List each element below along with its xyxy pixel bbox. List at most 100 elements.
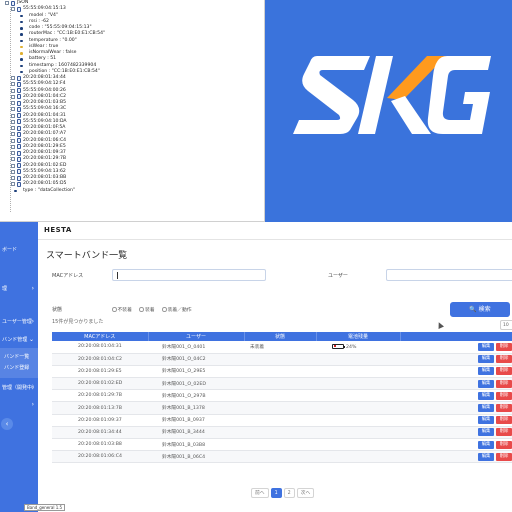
chevron-down-icon: ⌄ [28,336,34,343]
status-radio-worn[interactable]: 装着 [139,306,155,313]
sidebar-item-more[interactable]: › [0,399,38,411]
expand-toggle-icon[interactable] [11,163,15,168]
sidebar-item-dashboard[interactable]: ボード [0,244,38,256]
cell-actions: 編集 削除 [400,377,512,391]
sidebar-item-label: ユーザー管理 [2,319,32,325]
pager-prev[interactable]: 前へ [251,488,269,498]
logo-letter-k-leg [391,96,431,134]
delete-button[interactable]: 削除 [496,416,512,425]
object-node-icon [17,94,21,100]
battery-text: 24% [346,344,357,350]
pager-page-2[interactable]: 2 [283,488,295,498]
band-admin-app: ボード 理 › ユーザー管理 › バンド管理 ⌄ バンド一覧 バンド登録 管理（… [0,222,512,512]
sidebar-item-dev[interactable]: 管理（開発中） › [0,382,38,394]
page-size-select[interactable]: 10 [500,320,512,330]
boolean-field-icon [20,52,23,55]
mouse-cursor-icon [436,321,444,329]
delete-button[interactable]: 削除 [496,367,512,376]
json-tree-panel: JSON 55:55:09:04:15:13 model : "V4" rssi : … [0,0,265,222]
expand-toggle-icon[interactable] [11,119,15,124]
radio-circle-icon [112,307,117,312]
sidebar-submenu-bands: バンド一覧 バンド登録 [0,348,38,378]
edit-button[interactable]: 編集 [478,367,494,376]
object-node-icon [17,100,21,106]
expand-toggle-icon[interactable] [11,176,15,180]
sidebar-item-bands[interactable]: バンド管理 ⌄ [0,334,38,346]
delete-button[interactable]: 削除 [496,428,512,437]
expand-toggle-icon[interactable] [11,107,15,112]
delete-button[interactable]: 削除 [496,404,512,413]
edit-button[interactable]: 編集 [478,404,494,413]
sidebar-item-management[interactable]: 理 › [0,283,38,295]
col-header-battery[interactable]: 電池残量 [316,332,401,341]
table-row: 20:20:08:01:04:C2 鈴木陽001_O_04C2 編集 削除 [52,353,512,366]
skg-logo [293,56,491,134]
cell-user: 鈴木陽001_O_29E5 [148,365,244,379]
text-caret [117,272,118,279]
edit-button[interactable]: 編集 [478,391,494,400]
expand-toggle-icon[interactable] [11,169,15,174]
field-icon [20,20,23,24]
delete-button[interactable]: 削除 [496,342,512,351]
delete-button[interactable]: 削除 [496,379,512,388]
edit-button[interactable]: 編集 [478,440,494,449]
object-node-icon [17,156,21,162]
cell-user: 鈴木陽001_O_0401 [148,341,244,354]
expand-toggle-icon[interactable] [11,7,15,12]
expand-toggle-icon[interactable] [11,182,15,187]
object-node-icon [17,169,21,175]
edit-button[interactable]: 編集 [478,379,494,388]
expand-toggle-icon[interactable] [11,157,15,162]
edit-button[interactable]: 編集 [478,428,494,437]
user-input[interactable] [386,269,512,281]
delete-button[interactable]: 削除 [496,440,512,449]
object-node-icon [17,88,21,94]
status-radio-not-worn[interactable]: 不装着 [112,306,132,313]
field-icon [20,64,23,68]
expand-toggle-icon[interactable] [11,88,15,93]
cell-actions: 編集 削除 [400,401,512,415]
search-button[interactable]: 🔍 検索 [450,302,510,317]
edit-button[interactable]: 編集 [478,355,494,364]
mac-address-input[interactable] [112,269,266,281]
expand-toggle-icon[interactable] [11,138,15,143]
pager-next[interactable]: 次へ [296,488,315,498]
table-row: 20:20:08:01:09:37 鈴木陽001_B_0937 編集 削除 [52,414,512,427]
object-node-icon [17,6,21,12]
sidebar-item-band-register[interactable]: バンド登録 [4,362,29,374]
object-node-icon [17,113,21,119]
expand-toggle-icon[interactable] [11,132,15,137]
expand-toggle-icon[interactable] [11,113,15,118]
cell-actions: 編集 削除 [400,389,512,403]
cell-status [244,401,316,415]
edit-button[interactable]: 編集 [478,452,494,461]
expand-toggle-icon[interactable] [11,94,15,99]
expand-toggle-icon[interactable] [11,151,15,155]
sidebar-collapse-button[interactable]: ‹ [1,418,13,430]
object-node-icon [17,125,21,131]
expand-toggle-icon[interactable] [11,144,15,149]
tree-row[interactable]: type : "dataCollection" [0,188,264,194]
table-body: 20:20:08:01:04:31 鈴木陽001_O_0401 未装着 24% 編集 削除… [52,341,512,464]
edit-button[interactable]: 編集 [478,342,494,351]
battery-level-fill [333,345,336,348]
object-node-icon [17,181,21,187]
edit-button[interactable]: 編集 [478,416,494,425]
expand-toggle-icon[interactable] [11,126,15,130]
col-header-status[interactable]: 状態 [244,332,317,341]
col-header-user[interactable]: ユーザー [148,332,245,341]
status-radio-worn-active[interactable]: 装着／動作 [162,306,192,313]
delete-button[interactable]: 削除 [496,391,512,400]
sidebar-item-users[interactable]: ユーザー管理 › [0,316,38,328]
expand-toggle-icon[interactable] [11,76,15,80]
expand-toggle-icon[interactable] [11,82,15,87]
pager-page-1[interactable]: 1 [270,488,282,498]
result-count: 15件が見つかりました [52,319,104,325]
expand-toggle-icon[interactable] [11,101,15,105]
radio-circle-icon [139,307,144,312]
expand-toggle-icon[interactable] [5,1,9,5]
cell-user: 鈴木陽001_O_04C2 [148,353,244,366]
delete-button[interactable]: 削除 [496,452,512,461]
delete-button[interactable]: 削除 [496,355,512,364]
col-header-mac[interactable]: MACアドレス [52,332,149,341]
